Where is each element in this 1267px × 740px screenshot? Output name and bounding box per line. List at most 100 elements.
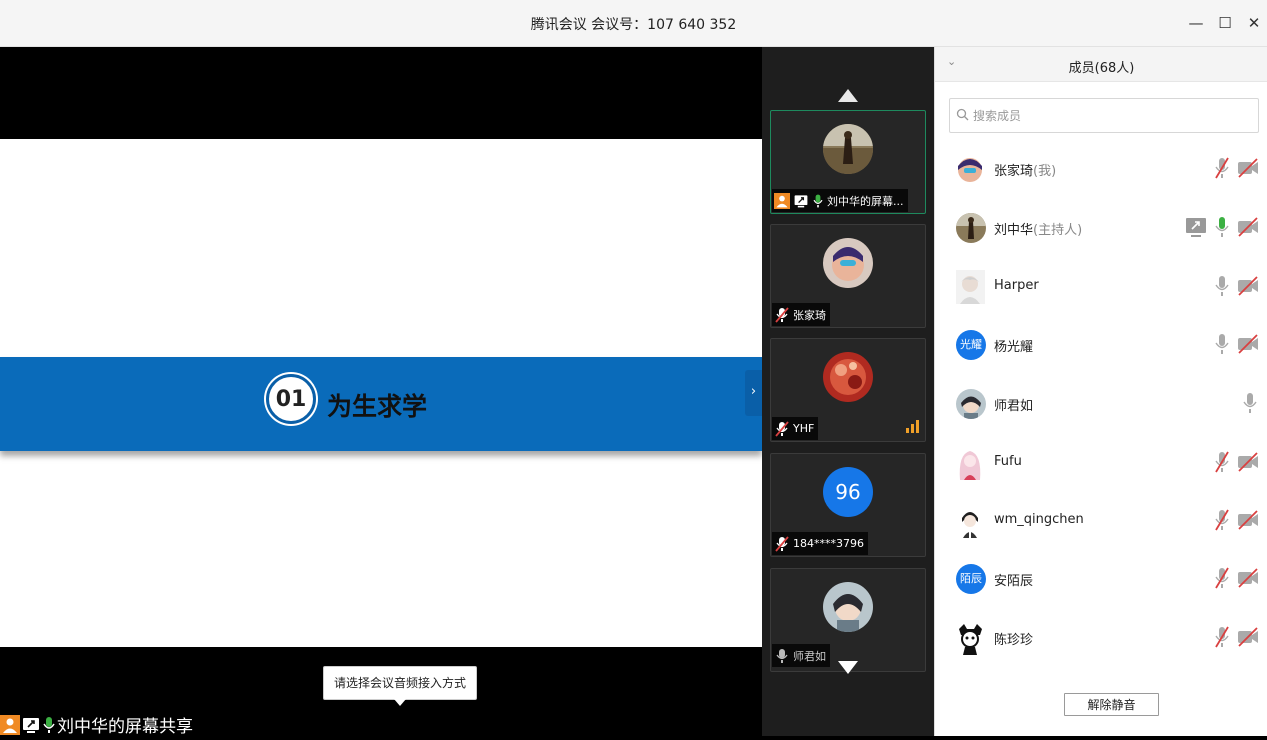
member-row[interactable]: 师君如: [935, 375, 1267, 433]
member-name: 陈珍珍: [994, 633, 1034, 648]
share-status-bar: 刘中华的屏幕共享: [0, 713, 193, 737]
member-name: 安陌辰: [994, 574, 1034, 589]
unmute-all-button[interactable]: 解除静音: [1064, 693, 1159, 716]
member-row[interactable]: 陌辰 安陌辰: [935, 550, 1267, 608]
members-panel-header: ⌄ 成员(68人): [935, 47, 1267, 82]
video-tile[interactable]: 师君如: [770, 568, 926, 672]
shared-screen-area: 01 为生求学 › 请选择会议音频接入方式 刘中华的屏幕共享: [0, 47, 762, 737]
video-tile[interactable]: 刘中华的屏幕...: [770, 110, 926, 214]
avatar: [823, 238, 873, 288]
avatar: [956, 504, 985, 538]
avatar: [956, 213, 986, 243]
mic-muted-icon[interactable]: [1213, 508, 1231, 532]
title-bar: 腾讯会议 会议号：107 640 352 — ☐ ✕: [0, 0, 1267, 47]
member-name: 师君如: [994, 399, 1034, 414]
close-button[interactable]: ✕: [1243, 12, 1265, 34]
scroll-down-icon[interactable]: [838, 661, 858, 674]
mic-active-icon: [812, 193, 824, 209]
tile-name: 张家琦: [793, 308, 826, 322]
member-name: wm_qingchen: [994, 512, 1084, 527]
member-row[interactable]: wm_qingchen: [935, 492, 1267, 550]
window-title: 腾讯会议 会议号：107 640 352: [530, 17, 737, 33]
member-name: Fufu: [994, 454, 1022, 469]
member-row[interactable]: Fufu: [935, 434, 1267, 492]
mic-active-icon: [42, 715, 56, 735]
member-row[interactable]: 张家琦(我): [935, 140, 1267, 198]
member-status-icons: [1213, 332, 1259, 356]
avatar: [956, 446, 985, 480]
mic-muted-icon[interactable]: [1213, 625, 1231, 649]
mic-icon[interactable]: [1213, 274, 1231, 298]
expand-strip-button[interactable]: ›: [745, 370, 762, 416]
slide-heading: 为生求学: [327, 392, 428, 421]
member-status-icons: [1213, 274, 1259, 298]
member-search-input[interactable]: [973, 108, 1243, 123]
tile-name: 184****3796: [793, 537, 864, 550]
members-panel: ⌄ 成员(68人) 张家琦(我) 刘中华(主持人): [934, 47, 1267, 736]
audio-tooltip: 请选择会议音频接入方式: [323, 666, 477, 700]
member-row[interactable]: Harper: [935, 258, 1267, 316]
member-tag: (主持人): [1033, 223, 1083, 238]
mic-icon: [774, 648, 790, 664]
slide-banner: 01 为生求学: [0, 357, 762, 451]
tile-name: YHF: [793, 422, 815, 435]
member-status-icons: [1213, 450, 1259, 474]
video-off-icon[interactable]: [1237, 508, 1259, 532]
avatar: [956, 152, 985, 186]
video-off-icon[interactable]: [1237, 625, 1259, 649]
member-status-icons: [1185, 215, 1259, 239]
avatar: [956, 270, 985, 304]
video-off-icon[interactable]: [1237, 156, 1259, 180]
avatar: [823, 352, 873, 402]
video-tile[interactable]: YHF: [770, 338, 926, 442]
member-row[interactable]: 陈珍珍: [935, 609, 1267, 667]
video-off-icon[interactable]: [1237, 274, 1259, 298]
mic-muted-icon: [774, 420, 790, 437]
member-row[interactable]: 刘中华(主持人): [935, 199, 1267, 257]
minimize-button[interactable]: —: [1185, 12, 1207, 34]
mic-icon[interactable]: [1241, 391, 1259, 415]
video-off-icon[interactable]: [1237, 215, 1259, 239]
member-status-icons: [1213, 156, 1259, 180]
shared-slide: 01 为生求学: [0, 139, 762, 647]
tile-label: 师君如: [772, 644, 830, 667]
tile-label: YHF: [772, 417, 819, 440]
person-icon: [0, 714, 20, 735]
person-icon: [774, 192, 790, 209]
avatar: 陌辰: [956, 564, 986, 594]
tile-label: 刘中华的屏幕...: [772, 189, 908, 212]
mic-muted-icon[interactable]: [1213, 450, 1231, 474]
tile-label: 张家琦: [772, 303, 830, 326]
member-status-icons: [1213, 508, 1259, 532]
scroll-up-icon[interactable]: [838, 89, 858, 102]
member-name: 杨光耀: [994, 340, 1034, 355]
avatar: 96: [823, 467, 873, 517]
maximize-button[interactable]: ☐: [1214, 12, 1236, 34]
video-tile[interactable]: 张家琦: [770, 224, 926, 328]
avatar: [956, 621, 985, 655]
member-status-icons: [1213, 566, 1259, 590]
member-row[interactable]: 光耀 杨光耀: [935, 316, 1267, 374]
tile-label: 184****3796: [772, 532, 868, 555]
video-off-icon[interactable]: [1237, 332, 1259, 356]
signal-strength-icon: [906, 420, 919, 433]
tile-name: 师君如: [793, 649, 826, 663]
video-off-icon[interactable]: [1237, 566, 1259, 590]
member-name: 刘中华(主持人): [994, 223, 1083, 238]
mic-muted-icon[interactable]: [1213, 566, 1231, 590]
avatar: [823, 582, 873, 632]
mic-muted-icon[interactable]: [1213, 156, 1231, 180]
mic-active-icon[interactable]: [1213, 215, 1231, 239]
video-tile[interactable]: 96 184****3796: [770, 453, 926, 557]
share-status-label: 刘中华的屏幕共享: [57, 717, 193, 737]
mic-muted-icon: [774, 306, 790, 323]
tooltip-arrow: [394, 699, 406, 706]
screen-share-icon: [793, 193, 809, 209]
member-name: Harper: [994, 278, 1039, 293]
mic-icon[interactable]: [1213, 332, 1231, 356]
member-status-icons: [1241, 391, 1259, 415]
member-search-box[interactable]: [949, 98, 1259, 133]
avatar: [956, 389, 986, 419]
video-strip: 刘中华的屏幕... 张家琦 YHF 96 184****3796 师君如: [762, 47, 934, 736]
video-off-icon[interactable]: [1237, 450, 1259, 474]
